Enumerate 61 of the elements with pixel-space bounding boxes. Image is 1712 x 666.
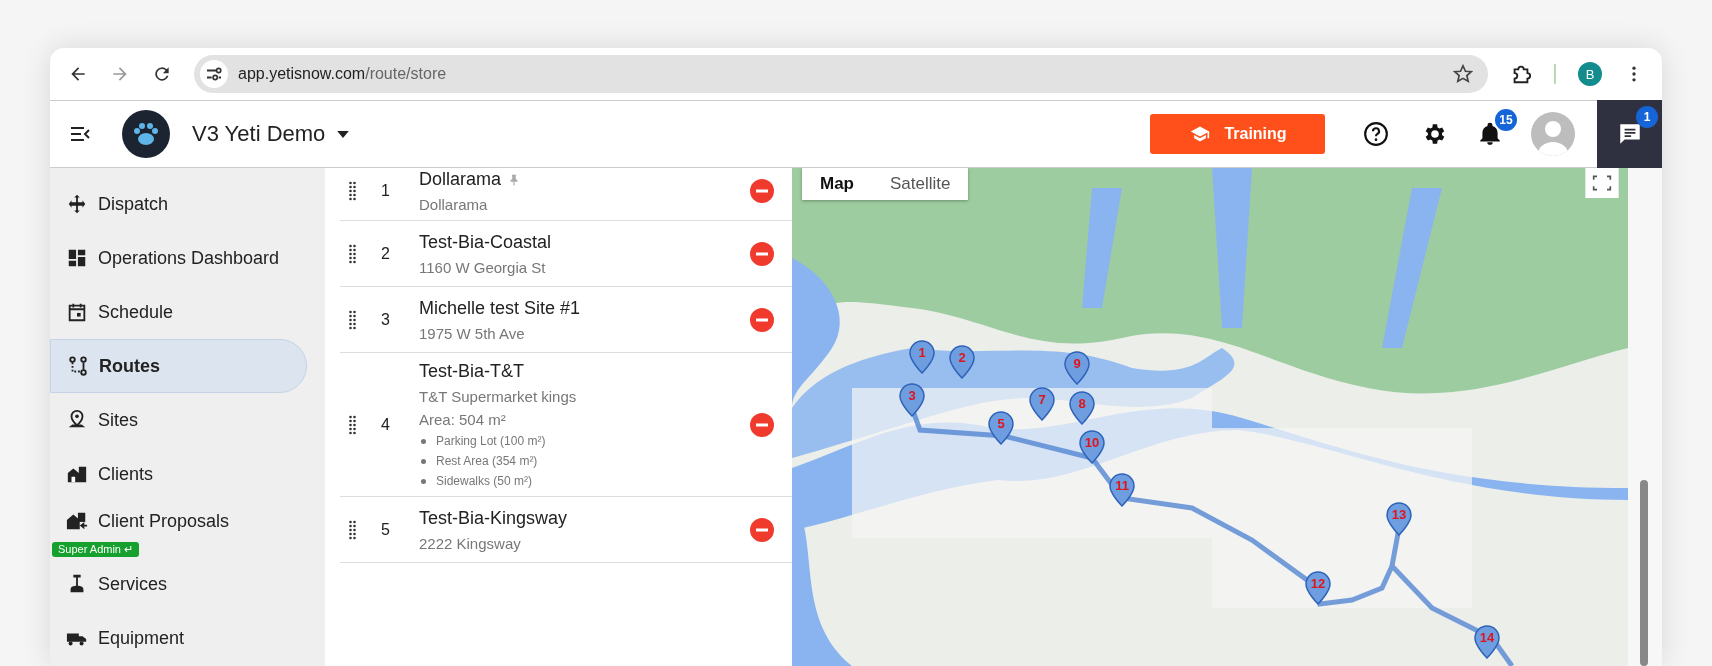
stop-name: Test-Bia-T&T <box>419 361 524 382</box>
notification-count-badge: 15 <box>1495 109 1517 131</box>
route-icon <box>67 355 89 377</box>
sidebar-nav-item[interactable]: Clients <box>50 447 307 501</box>
stop-name: Test-Bia-Kingsway <box>419 507 568 529</box>
remove-stop-icon[interactable] <box>750 517 774 542</box>
profile-avatar[interactable]: B <box>1578 62 1602 86</box>
stop-name: Michelle test Site #1 <box>419 297 581 319</box>
sidebar-nav-item[interactable]: Equipment <box>50 611 307 665</box>
service-area-item: Rest Area (354 m²) <box>421 454 750 468</box>
stop-address: Dollarama <box>419 196 489 213</box>
address-bar[interactable]: app.yetisnow.com/route/store <box>194 55 1488 93</box>
fullscreen-icon[interactable] <box>1582 168 1622 198</box>
stop-address: 1975 W 5th Ave <box>419 324 526 342</box>
reload-icon[interactable] <box>152 64 172 84</box>
service-area-item: Parking Lot (100 m²) <box>421 434 750 448</box>
sidebar-nav-item[interactable]: Dispatch <box>50 177 307 231</box>
star-icon[interactable] <box>1452 63 1474 85</box>
stop-area: Area: 504 m² <box>419 411 750 428</box>
stop-number: 5 <box>381 520 391 539</box>
arrows-move-icon <box>66 193 88 215</box>
dropdown-caret-icon[interactable] <box>337 130 350 138</box>
map-type-tab[interactable]: Map <box>802 168 872 200</box>
super-admin-badge: Super Admin ↵ <box>52 542 140 557</box>
service-area-item: Sidewalks (50 m²) <box>421 474 750 488</box>
remove-stop-icon[interactable] <box>750 241 774 266</box>
sidebar-nav-item[interactable]: Operations Dashboard <box>50 231 307 285</box>
organization-name[interactable]: V3 Yeti Demo <box>192 121 326 147</box>
chat-count-badge: 1 <box>1636 106 1658 128</box>
stop-number: 1 <box>381 182 391 200</box>
stop-address: 1160 W Georgia St <box>419 258 547 276</box>
stop-number: 3 <box>381 310 391 329</box>
paw-logo-icon <box>122 110 170 158</box>
training-button[interactable]: Training <box>1150 114 1325 154</box>
stop-name: Test-Bia-Coastal <box>419 231 552 253</box>
calendar-icon <box>66 301 88 323</box>
stop-number: 2 <box>381 244 391 263</box>
sidebar-nav-item[interactable]: Sites <box>50 393 307 447</box>
sidebar-nav-item[interactable]: Routes <box>50 339 307 393</box>
drag-handle-icon[interactable] <box>348 519 357 540</box>
drag-handle-icon[interactable] <box>348 181 357 201</box>
sidebar-nav-item[interactable]: Services <box>50 557 307 611</box>
dashboard-icon <box>66 247 88 269</box>
remove-stop-icon[interactable] <box>750 307 774 332</box>
url-text[interactable]: app.yetisnow.com/route/store <box>238 65 1442 83</box>
drag-handle-icon[interactable] <box>348 309 357 330</box>
remove-stop-icon[interactable] <box>750 179 774 203</box>
stop-number: 4 <box>381 415 391 434</box>
map-type-tab[interactable]: Satellite <box>872 168 969 200</box>
stop-address: T&T Supermarket kings <box>419 388 578 405</box>
chat-panel-button[interactable]: 1 <box>1597 100 1662 168</box>
help-icon[interactable] <box>1363 121 1389 147</box>
drag-handle-icon[interactable] <box>348 243 357 264</box>
site-settings-icon[interactable] <box>200 60 228 88</box>
sidebar-nav-item[interactable]: Client Proposals <box>50 503 307 539</box>
stop-address: 2222 Kingsway <box>419 534 522 552</box>
drag-handle-icon[interactable] <box>348 414 357 435</box>
remove-stop-icon[interactable] <box>750 412 774 437</box>
stop-name: Dollarama <box>419 169 502 190</box>
sidebar-nav-item[interactable]: Schedule <box>50 285 307 339</box>
scrollbar-thumb[interactable] <box>1640 480 1648 666</box>
